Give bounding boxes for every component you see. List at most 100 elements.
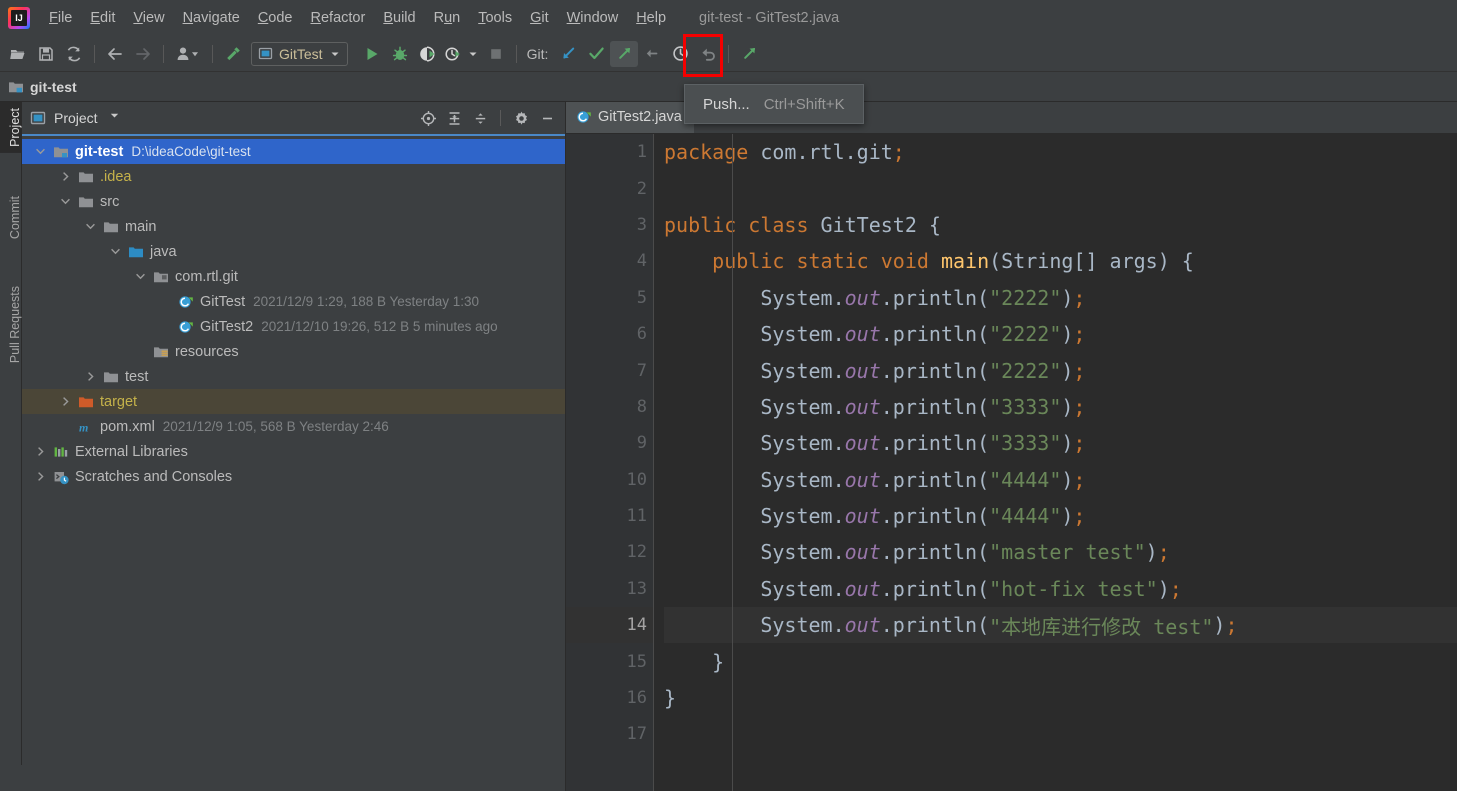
git-history-button[interactable] bbox=[666, 41, 694, 67]
navigate-forward-button[interactable] bbox=[129, 41, 157, 67]
run-with-coverage-button[interactable] bbox=[414, 41, 442, 67]
tree-node-scratches-and-consoles[interactable]: Scratches and Consoles bbox=[22, 464, 565, 489]
menu-item-window[interactable]: Window bbox=[558, 7, 628, 29]
build-project-button[interactable] bbox=[219, 41, 247, 67]
collapse-all-button[interactable] bbox=[468, 106, 492, 130]
tree-node-external-libraries[interactable]: External Libraries bbox=[22, 439, 565, 464]
tree-node-target[interactable]: target bbox=[22, 389, 565, 414]
tree-node-git-test[interactable]: git-test D:\ideaCode\git-test bbox=[22, 139, 565, 164]
run-configuration-selector[interactable]: GitTest bbox=[251, 41, 348, 66]
code-line-4[interactable]: public static void main (String[] args) { bbox=[664, 243, 1457, 279]
chevron-down-icon[interactable] bbox=[132, 268, 149, 285]
gutter-line-8[interactable]: 8 bbox=[566, 389, 653, 425]
user-profile-button[interactable] bbox=[170, 41, 206, 67]
gutter-line-17[interactable]: 17 bbox=[566, 716, 653, 752]
gutter-line-16[interactable]: 16 bbox=[566, 680, 653, 716]
navigate-back-button[interactable] bbox=[101, 41, 129, 67]
menu-item-refactor[interactable]: Refactor bbox=[302, 7, 375, 29]
tree-node-java[interactable]: java bbox=[22, 239, 565, 264]
sidebar-item-commit[interactable]: Commit bbox=[0, 190, 22, 245]
code-line-12[interactable]: System. out .println("master test"); bbox=[664, 534, 1457, 570]
menu-item-help[interactable]: Help bbox=[627, 7, 675, 29]
gutter-line-13[interactable]: 13 bbox=[566, 571, 653, 607]
tree-node--idea[interactable]: .idea bbox=[22, 164, 565, 189]
code-line-1[interactable]: package com.rtl.git; bbox=[664, 134, 1457, 170]
profiler-button[interactable] bbox=[442, 41, 464, 67]
code-line-5[interactable]: System. out .println("2222"); bbox=[664, 280, 1457, 316]
open-folder-button[interactable] bbox=[4, 41, 32, 67]
breadcrumb[interactable]: git-test bbox=[8, 79, 77, 95]
tree-node-test[interactable]: test bbox=[22, 364, 565, 389]
run-button[interactable] bbox=[358, 41, 386, 67]
code-line-16[interactable]: } bbox=[664, 680, 1457, 716]
sidebar-item-pull-requests[interactable]: Pull Requests bbox=[0, 280, 22, 369]
gutter-line-2[interactable]: 2 bbox=[566, 170, 653, 206]
gutter-line-4[interactable]: 4 bbox=[566, 243, 725, 279]
chevron-down-icon[interactable] bbox=[107, 243, 124, 260]
code-line-8[interactable]: System. out .println("3333"); bbox=[664, 389, 1457, 425]
gutter-line-11[interactable]: 11 bbox=[566, 498, 653, 534]
editor-tab-gittest2[interactable]: GitTest2.java bbox=[566, 102, 694, 133]
menu-item-navigate[interactable]: Navigate bbox=[174, 7, 249, 29]
menu-item-edit[interactable]: Edit bbox=[81, 7, 124, 29]
chevron-right-icon[interactable] bbox=[57, 168, 74, 185]
gutter-line-14[interactable]: 14 bbox=[566, 607, 653, 644]
chevron-down-icon[interactable] bbox=[32, 143, 49, 160]
git-rollback-button[interactable] bbox=[694, 41, 722, 67]
project-tree[interactable]: git-test D:\ideaCode\git-test .idea src main… bbox=[22, 136, 565, 791]
chevron-down-icon[interactable] bbox=[82, 218, 99, 235]
code-line-11[interactable]: System. out .println("4444"); bbox=[664, 498, 1457, 534]
git-commit-button[interactable] bbox=[582, 41, 610, 67]
sidebar-item-project[interactable]: Project bbox=[0, 102, 22, 153]
sync-refresh-button[interactable] bbox=[60, 41, 88, 67]
code-line-7[interactable]: System. out .println("2222"); bbox=[664, 352, 1457, 388]
code-line-13[interactable]: System. out .println("hot-fix test"); bbox=[664, 571, 1457, 607]
git-push-button[interactable] bbox=[610, 40, 639, 67]
code-line-15[interactable]: } bbox=[664, 643, 1457, 679]
tree-node-resources[interactable]: resources bbox=[22, 339, 565, 364]
chevron-right-icon[interactable] bbox=[57, 393, 74, 410]
gutter-line-3[interactable]: 3 bbox=[566, 207, 683, 243]
editor-gutter[interactable]: 1 2 3 4 5 6 7 8 9 10 11 12 13 14 15 16 17 bbox=[566, 134, 725, 791]
menu-item-git[interactable]: Git bbox=[521, 7, 558, 29]
menu-item-view[interactable]: View bbox=[124, 7, 173, 29]
profiler-dropdown-button[interactable] bbox=[464, 41, 482, 67]
select-opened-file-button[interactable] bbox=[416, 106, 440, 130]
tree-node-main[interactable]: main bbox=[22, 214, 565, 239]
chevron-down-icon[interactable] bbox=[57, 193, 74, 210]
hide-panel-button[interactable] bbox=[535, 106, 559, 130]
code-line-2[interactable] bbox=[664, 170, 1457, 206]
menu-item-run[interactable]: Run bbox=[425, 7, 470, 29]
chevron-down-icon[interactable] bbox=[108, 109, 121, 127]
expand-all-button[interactable] bbox=[442, 106, 466, 130]
code-line-3[interactable]: public class GitTest2 { bbox=[664, 207, 1457, 243]
menu-item-tools[interactable]: Tools bbox=[469, 7, 521, 29]
tree-node-pom-xml[interactable]: m pom.xml 2021/12/9 1:05, 568 B Yesterday … bbox=[22, 414, 565, 439]
git-share-button[interactable] bbox=[735, 41, 763, 67]
gutter-line-7[interactable]: 7 bbox=[566, 352, 653, 388]
stop-button[interactable] bbox=[482, 41, 510, 67]
gutter-line-9[interactable]: 9 bbox=[566, 425, 653, 461]
code-line-14[interactable]: System. out .println("本地库进行修改 test"); bbox=[664, 607, 1457, 644]
git-update-project-button[interactable] bbox=[554, 41, 582, 67]
code-line-9[interactable]: System. out .println("3333"); bbox=[664, 425, 1457, 461]
code-content[interactable]: package com.rtl.git; public class GitTest… bbox=[654, 134, 1457, 791]
menu-item-code[interactable]: Code bbox=[249, 7, 302, 29]
tree-node-gittest2[interactable]: GitTest2 2021/12/10 19:26, 512 B 5 minute… bbox=[22, 314, 565, 339]
code-line-10[interactable]: System. out .println("4444"); bbox=[664, 462, 1457, 498]
menu-item-build[interactable]: Build bbox=[374, 7, 424, 29]
git-rebase-button[interactable] bbox=[638, 41, 666, 67]
debug-button[interactable] bbox=[386, 41, 414, 67]
chevron-right-icon[interactable] bbox=[82, 368, 99, 385]
code-line-6[interactable]: System. out .println("2222"); bbox=[664, 316, 1457, 352]
project-settings-button[interactable] bbox=[509, 106, 533, 130]
gutter-line-10[interactable]: 10 bbox=[566, 462, 653, 498]
gutter-line-15[interactable]: 15 bbox=[566, 643, 725, 679]
gutter-line-12[interactable]: 12 bbox=[566, 534, 653, 570]
code-line-17[interactable] bbox=[664, 716, 1457, 752]
gutter-line-1[interactable]: 1 bbox=[566, 134, 653, 170]
menu-item-file[interactable]: File bbox=[40, 7, 81, 29]
gutter-line-5[interactable]: 5 bbox=[566, 280, 653, 316]
save-all-button[interactable] bbox=[32, 41, 60, 67]
gutter-line-6[interactable]: 6 bbox=[566, 316, 653, 352]
